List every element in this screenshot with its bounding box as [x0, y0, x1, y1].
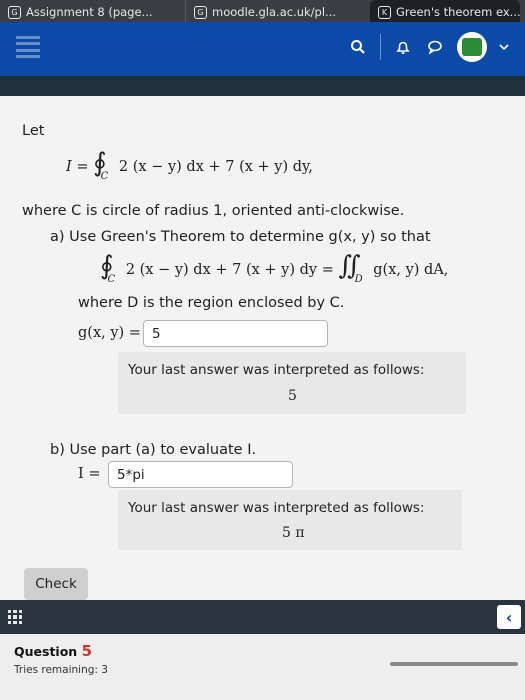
tab-label: Assignment 8 (page...	[26, 5, 153, 19]
page-top-band	[0, 76, 525, 96]
question-card: Let I = ∮C 2 (x − y) dx + 7 (x + y) dy, …	[0, 96, 525, 606]
question-nav-panel: Question 5 Tries remaining: 3	[0, 634, 525, 700]
equation-right: g(x, y) dA,	[373, 262, 449, 278]
menu-icon[interactable]	[16, 36, 40, 58]
region-subscript: D	[354, 274, 363, 285]
tab-moodle[interactable]: G moodle.gla.ac.uk/pl...	[185, 0, 360, 24]
i-label: I =	[78, 466, 101, 482]
integral-definition: I = ∮C 2 (x − y) dx + 7 (x + y) dy,	[66, 150, 313, 182]
bell-icon[interactable]	[393, 37, 413, 57]
tries-remaining: Tries remaining: 3	[14, 664, 108, 676]
google-favicon-icon: G	[8, 5, 21, 19]
g-feedback-value: 5	[288, 388, 297, 404]
contour-subscript: C	[107, 274, 116, 285]
part-a-text: a) Use Green's Theorem to determine g(x,…	[50, 229, 431, 245]
question-heading: Question 5	[14, 642, 92, 660]
tab-label: Green's theorem ex...	[396, 5, 520, 19]
tab-assignment[interactable]: G Assignment 8 (page...	[0, 0, 185, 24]
region-text: where D is the region enclosed by C.	[78, 295, 345, 311]
search-icon[interactable]	[348, 37, 368, 57]
i-feedback-value: 5 π	[282, 525, 305, 541]
question-label: Question	[14, 644, 78, 659]
moodle-navbar	[0, 22, 525, 76]
contour-subscript: C	[100, 171, 109, 182]
k-favicon-icon: K	[378, 5, 391, 19]
i-feedback-box: Your last answer was interpreted as foll…	[118, 490, 462, 550]
where-text: where C is circle of radius 1, oriented …	[22, 203, 405, 219]
g-feedback-title: Your last answer was interpreted as foll…	[128, 362, 425, 378]
grid-icon[interactable]	[8, 610, 22, 624]
integral-lhs: I =	[66, 159, 89, 175]
home-indicator	[390, 662, 518, 666]
chat-icon[interactable]	[425, 37, 445, 57]
question-number: 5	[81, 642, 92, 660]
part-b-text: b) Use part (a) to evaluate I.	[50, 442, 257, 458]
integrand: 2 (x − y) dx + 7 (x + y) dy,	[118, 159, 313, 175]
g-label: g(x, y) =	[78, 325, 141, 341]
bottom-toolbar: ‹	[0, 600, 525, 634]
g-answer-input[interactable]: 5	[143, 320, 328, 347]
i-answer-input[interactable]: 5*pi	[108, 461, 293, 488]
tab-label: moodle.gla.ac.uk/pl...	[212, 5, 337, 19]
google-favicon-icon: G	[194, 5, 207, 19]
chevron-left-icon[interactable]: ‹	[497, 605, 521, 629]
greens-equation: ∮C 2 (x − y) dx + 7 (x + y) dy = ∬D g(x,…	[100, 253, 449, 285]
i-feedback-title: Your last answer was interpreted as foll…	[128, 500, 425, 516]
intro-text: Let	[22, 123, 45, 139]
navbar-divider	[380, 34, 381, 60]
avatar[interactable]	[457, 32, 487, 62]
g-feedback-box: Your last answer was interpreted as foll…	[118, 352, 466, 414]
check-button[interactable]: Check	[24, 568, 88, 600]
navbar-actions	[348, 32, 509, 62]
equation-left: 2 (x − y) dx + 7 (x + y) dy =	[125, 262, 334, 278]
chevron-down-icon[interactable]	[499, 37, 509, 57]
tab-greens-theorem[interactable]: K Green's theorem ex...	[370, 0, 520, 24]
